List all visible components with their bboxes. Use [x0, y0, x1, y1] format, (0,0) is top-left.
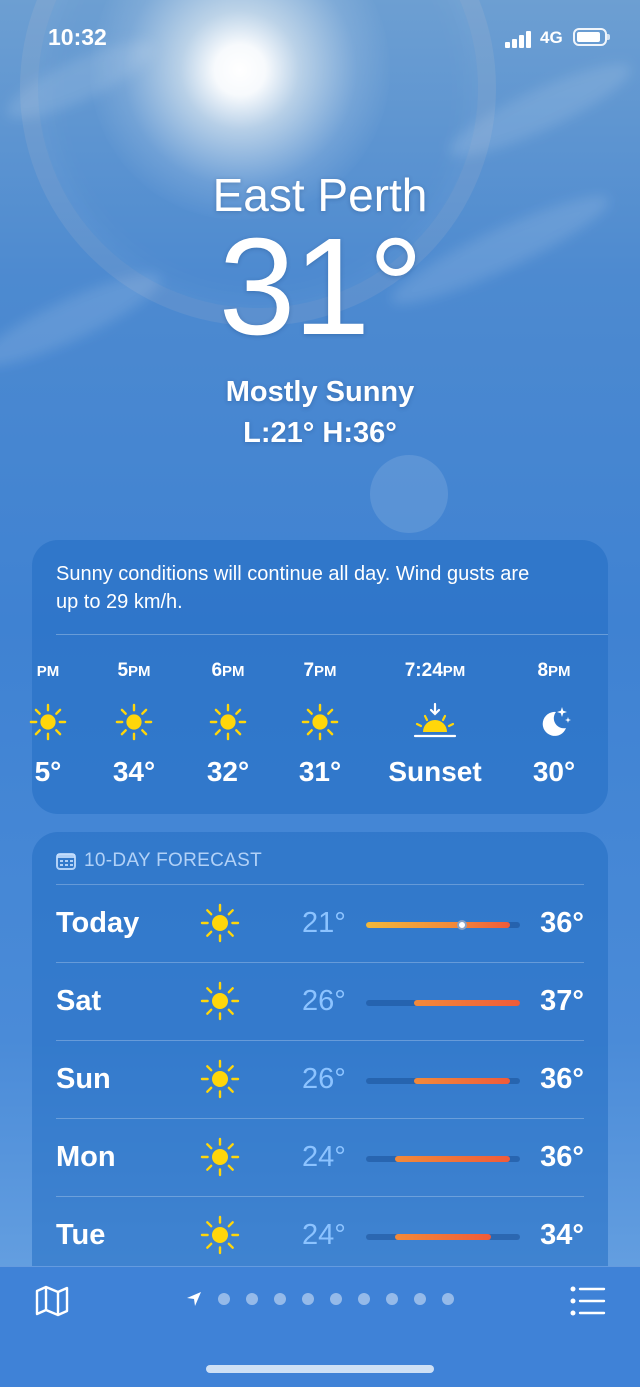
hourly-item: 5PM 34°: [84, 660, 184, 788]
home-indicator[interactable]: [206, 1365, 434, 1373]
temperature-range-track: [366, 1234, 520, 1240]
page-dot[interactable]: [246, 1293, 258, 1305]
sun-icon: [200, 981, 240, 1021]
daily-forecast-row: Today 21° 36°: [56, 884, 584, 963]
day-high-temperature: 36°: [540, 1141, 584, 1173]
divider: [56, 634, 608, 635]
hour-temperature: Sunset: [388, 756, 482, 787]
sun-icon: [200, 1215, 240, 1255]
hourly-item: 7PM 31°: [270, 660, 370, 788]
daily-forecast-header: 10-DAY FORECAST: [56, 850, 262, 872]
daily-forecast-row: Sun 26° 36°: [56, 1040, 584, 1119]
hour-temperature: 34°: [112, 756, 156, 787]
sun-icon: [200, 903, 240, 943]
hourly-forecast-card[interactable]: Sunny conditions will continue all day. …: [29, 540, 608, 814]
day-low-temperature: 24°: [302, 1219, 346, 1251]
sun-icon: [84, 698, 184, 746]
day-low-temperature: 24°: [302, 1141, 346, 1173]
temperature-range-bar: [414, 1000, 520, 1006]
hour-label: 7PM: [303, 660, 337, 681]
sun-icon: [270, 698, 370, 746]
temperature-range-track: [366, 920, 520, 930]
daily-header-label: 10-DAY FORECAST: [84, 850, 263, 871]
low-high-temperature: L:21° H:36°: [243, 417, 397, 449]
battery-icon: [573, 28, 610, 46]
daily-forecast-row: Sat 26° 37°: [56, 962, 584, 1041]
sun-icon: [178, 698, 278, 746]
day-low-temperature: 26°: [302, 1063, 346, 1095]
temperature-range-bar: [366, 922, 511, 928]
daily-forecast-row: Mon 24° 36°: [56, 1118, 584, 1197]
calendar-icon: [56, 853, 76, 870]
signal-icon: [505, 30, 535, 48]
daily-forecast-card[interactable]: 10-DAY FORECAST Today 21° 36° Sat 26° 37…: [32, 832, 608, 1292]
location-arrow-icon[interactable]: [186, 1291, 202, 1307]
day-high-temperature: 36°: [540, 907, 584, 939]
status-time: 10:32: [48, 24, 107, 50]
hour-temperature: 32°: [206, 756, 250, 787]
weather-condition: Mostly Sunny: [225, 376, 415, 408]
day-high-temperature: 37°: [540, 985, 584, 1017]
page-dot[interactable]: [218, 1293, 230, 1305]
page-dot[interactable]: [274, 1293, 286, 1305]
temperature-range-bar: [414, 1078, 511, 1084]
hourly-item: 8PM 30°: [504, 660, 604, 788]
network-type: 4G: [540, 28, 563, 47]
temperature-range-bar: [394, 1156, 511, 1162]
lens-flare: [370, 455, 448, 533]
page-dot[interactable]: [330, 1293, 342, 1305]
page-dot[interactable]: [414, 1293, 426, 1305]
temperature-range-track: [366, 1078, 520, 1084]
sun-icon: [200, 1137, 240, 1177]
hour-label: 7:24PM: [404, 660, 466, 681]
hour-label: 8PM: [537, 660, 571, 681]
list-icon[interactable]: [570, 1285, 606, 1317]
temperature-range-bar: [394, 1234, 492, 1240]
day-name: Mon: [56, 1141, 116, 1173]
current-temperature: 31°: [218, 210, 424, 364]
daily-forecast-row: Tue 24° 34°: [56, 1196, 584, 1275]
hour-temperature: 30°: [532, 756, 576, 787]
day-name: Sat: [56, 985, 102, 1017]
sunset-icon: [385, 698, 485, 746]
hourly-item: 7:24PM Sunset: [385, 660, 485, 788]
hour-label: 6PM: [211, 660, 245, 681]
current-temp-indicator: [457, 920, 468, 930]
bottom-toolbar: [0, 1266, 640, 1387]
day-high-temperature: 34°: [540, 1219, 584, 1251]
hour-temperature: 31°: [298, 756, 342, 787]
page-dot[interactable]: [302, 1293, 314, 1305]
forecast-summary: Sunny conditions will continue all day. …: [56, 563, 530, 613]
day-low-temperature: 26°: [302, 985, 346, 1017]
map-icon[interactable]: [34, 1283, 70, 1319]
temperature-range-track: [366, 1000, 520, 1006]
status-bar: 10:32 4G: [0, 0, 640, 80]
current-weather: East Perth 31° Mostly Sunny L:21° H:36°: [0, 160, 640, 450]
page-dot[interactable]: [442, 1293, 454, 1305]
moon-stars-icon: [504, 698, 604, 746]
location-pager[interactable]: [186, 1291, 454, 1307]
day-high-temperature: 36°: [540, 1063, 584, 1095]
page-dot[interactable]: [386, 1293, 398, 1305]
hourly-item: 6PM 32°: [178, 660, 278, 788]
page-dot[interactable]: [358, 1293, 370, 1305]
temperature-range-track: [366, 1156, 520, 1162]
day-name: Sun: [56, 1063, 111, 1095]
sun-icon: [200, 1059, 240, 1099]
day-low-temperature: 21°: [302, 907, 346, 939]
day-name: Tue: [56, 1219, 106, 1251]
day-name: Today: [56, 907, 140, 939]
hour-label: 5PM: [117, 660, 151, 681]
